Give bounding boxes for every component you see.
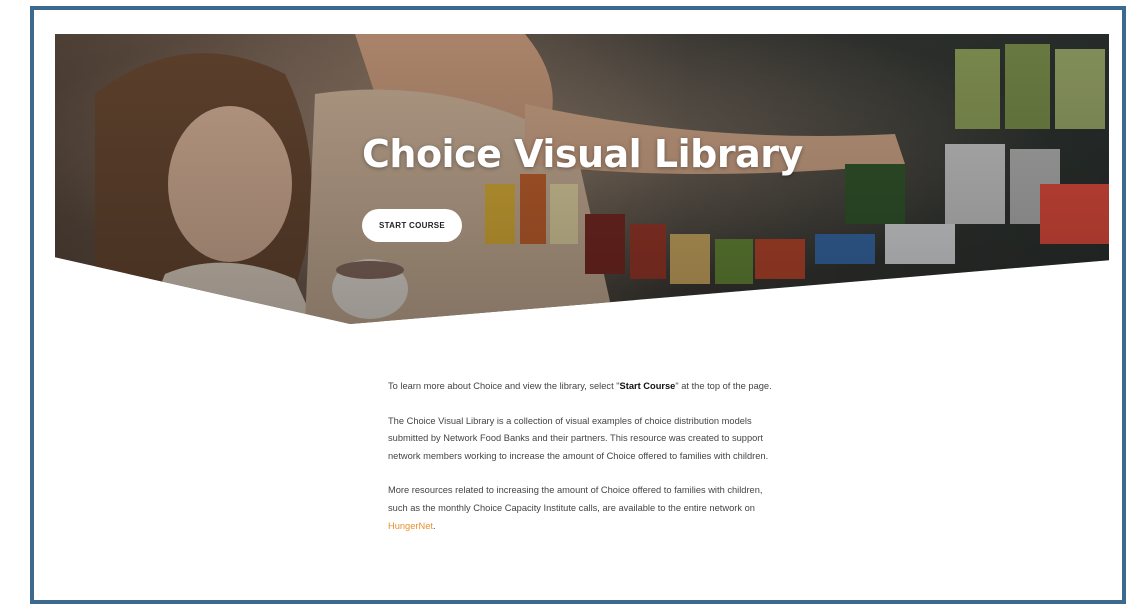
hungernet-link[interactable]: HungerNet xyxy=(388,521,433,531)
start-course-button[interactable]: START COURSE xyxy=(362,209,462,242)
about-paragraph: The Choice Visual Library is a collectio… xyxy=(388,415,769,461)
page-frame: Choice Visual Library START COURSE To le… xyxy=(30,6,1126,604)
hero-photo xyxy=(55,34,1109,324)
hero-banner: Choice Visual Library START COURSE xyxy=(55,34,1109,324)
course-description: To learn more about Choice and view the … xyxy=(388,378,780,552)
start-course-emphasis: Start Course xyxy=(619,381,676,391)
resources-paragraph: More resources related to increasing the… xyxy=(388,485,763,531)
intro-paragraph: To learn more about Choice and view the … xyxy=(388,381,772,391)
page-title: Choice Visual Library xyxy=(362,132,803,176)
